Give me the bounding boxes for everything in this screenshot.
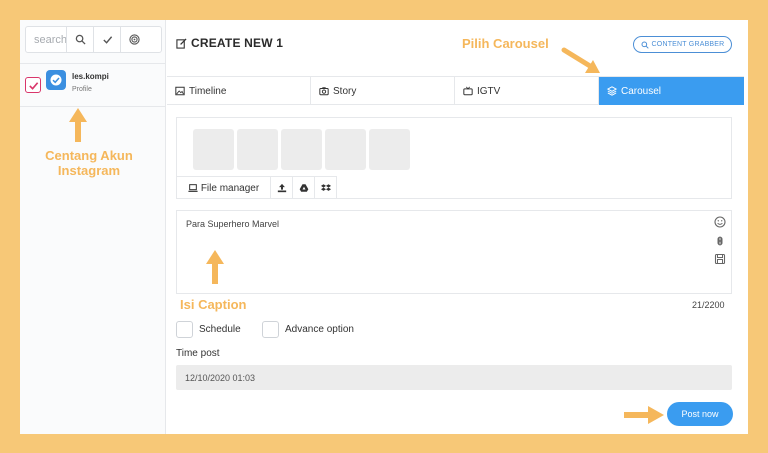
emoji-icon[interactable] xyxy=(714,216,726,228)
check-icon xyxy=(28,81,38,90)
search-icon xyxy=(641,41,649,49)
time-post-label: Time post xyxy=(176,348,220,359)
target-icon xyxy=(128,34,140,45)
account-name: les.kompi xyxy=(72,72,109,81)
upload-icon xyxy=(277,183,286,193)
dropbox-icon xyxy=(320,184,331,191)
post-now-button[interactable]: Post now xyxy=(667,402,733,426)
app-window: les.kompi Profile CREATE NEW 1 CONTENT G… xyxy=(20,20,748,434)
check-icon xyxy=(102,36,112,44)
media-slot[interactable] xyxy=(237,129,278,170)
account-type: Profile xyxy=(72,86,92,93)
target-button[interactable] xyxy=(120,27,147,52)
media-toolbar: File manager xyxy=(177,176,337,199)
search-icon xyxy=(75,34,86,45)
advance-label: Advance option xyxy=(285,324,354,335)
media-slot[interactable] xyxy=(193,129,234,170)
dropbox-button[interactable] xyxy=(315,177,337,199)
tab-timeline[interactable]: Timeline xyxy=(167,77,311,105)
save-icon[interactable] xyxy=(714,253,726,265)
media-slot[interactable] xyxy=(325,129,366,170)
laptop-icon xyxy=(188,184,198,192)
caption-counter: 21/2200 xyxy=(692,300,725,310)
annotation-carousel: Pilih Carousel xyxy=(462,36,549,51)
account-checkbox[interactable] xyxy=(25,77,41,93)
media-slot[interactable] xyxy=(369,129,410,170)
arrow-icon xyxy=(206,250,224,284)
sidebar: les.kompi Profile xyxy=(20,20,166,434)
search-button[interactable] xyxy=(66,27,93,52)
page-title: CREATE NEW 1 xyxy=(191,36,284,50)
google-drive-button[interactable] xyxy=(293,177,315,199)
content-grabber-button[interactable]: CONTENT GRABBER xyxy=(633,36,732,53)
search-input[interactable] xyxy=(26,27,66,52)
main-panel: CREATE NEW 1 CONTENT GRABBER Timeline St… xyxy=(167,20,748,434)
schedule-label: Schedule xyxy=(199,324,241,335)
annotation-caption: Isi Caption xyxy=(180,297,247,312)
tab-label: Carousel xyxy=(621,85,662,97)
tab-label: Timeline xyxy=(189,85,227,97)
image-icon xyxy=(175,86,185,96)
select-all-button[interactable] xyxy=(93,27,120,52)
tv-icon xyxy=(463,86,473,96)
caption-editor[interactable]: Para Superhero Marvel xyxy=(176,210,732,294)
page-header: CREATE NEW 1 xyxy=(176,36,283,50)
tab-carousel[interactable]: Carousel xyxy=(599,77,744,105)
tab-label: IGTV xyxy=(477,85,501,97)
content-grabber-label: CONTENT GRABBER xyxy=(651,41,725,48)
media-slot[interactable] xyxy=(281,129,322,170)
time-post-input[interactable] xyxy=(176,365,732,390)
layers-icon xyxy=(607,86,617,96)
file-manager-label: File manager xyxy=(200,182,260,194)
upload-button[interactable] xyxy=(271,177,293,199)
advance-option[interactable]: Advance option xyxy=(262,321,354,338)
arrow-icon xyxy=(561,47,600,73)
annotation-account-line2: Instagram xyxy=(57,163,121,178)
caption-text[interactable]: Para Superhero Marvel xyxy=(186,219,279,229)
search-bar xyxy=(25,26,162,53)
google-drive-icon xyxy=(299,184,308,192)
schedule-checkbox[interactable] xyxy=(176,321,193,338)
annotation-account: Centang Akun Instagram xyxy=(22,148,156,178)
post-type-tabs: Timeline Story IGTV Carousel xyxy=(167,76,744,105)
edit-icon xyxy=(176,37,187,49)
camera-icon xyxy=(319,87,329,96)
avatar xyxy=(46,70,66,90)
tab-igtv[interactable]: IGTV xyxy=(455,77,599,105)
arrow-icon xyxy=(69,108,87,142)
tab-label: Story xyxy=(333,85,357,97)
tab-story[interactable]: Story xyxy=(311,77,455,105)
annotation-account-line1: Centang Akun xyxy=(45,148,133,163)
verified-icon xyxy=(50,74,62,86)
account-item[interactable]: les.kompi Profile xyxy=(20,63,166,107)
file-manager-button[interactable]: File manager xyxy=(177,177,271,199)
media-upload-area[interactable]: File manager xyxy=(176,117,732,199)
schedule-option[interactable]: Schedule xyxy=(176,321,241,338)
command-icon[interactable] xyxy=(714,235,726,247)
advance-checkbox[interactable] xyxy=(262,321,279,338)
arrow-icon xyxy=(624,406,664,424)
